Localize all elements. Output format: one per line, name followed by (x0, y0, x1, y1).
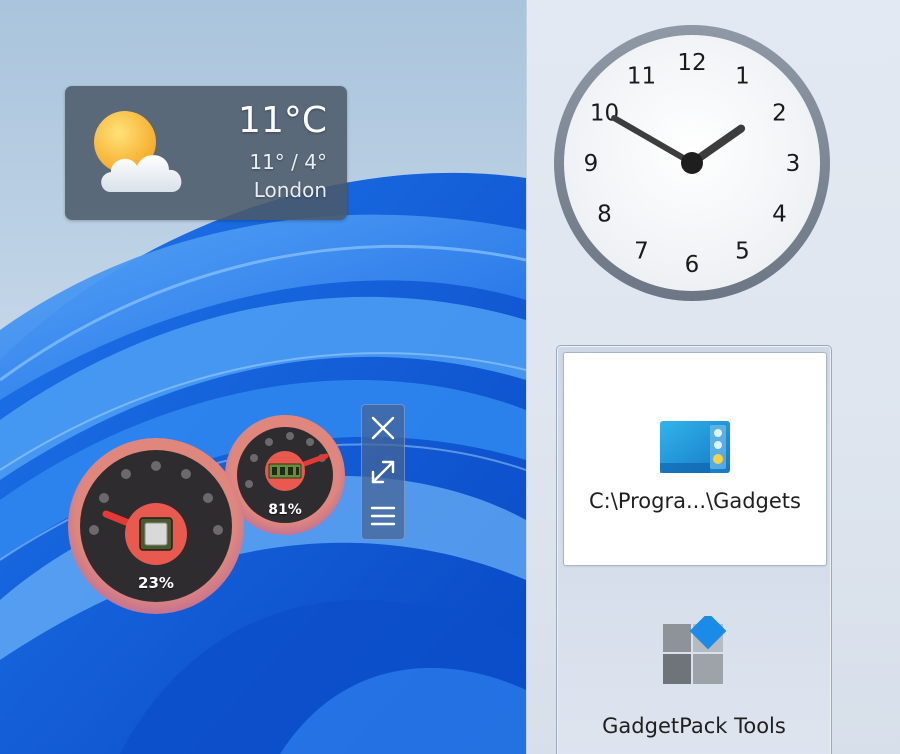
clock-number-6: 6 (685, 252, 700, 278)
ram-usage-label: 81% (268, 502, 302, 518)
memory-module-icon (268, 463, 302, 479)
weather-city: London (253, 178, 327, 202)
clock-number-1: 1 (735, 64, 750, 90)
weather-gadget[interactable]: 11°C 11° / 4° London (65, 86, 347, 220)
resize-icon (371, 460, 395, 484)
close-icon (371, 416, 395, 440)
clock-number-8: 8 (597, 202, 612, 228)
gadget-tile-panel: C:\Progra...\Gadgets GadgetPack Tools (556, 345, 832, 754)
clock-number-10: 10 (590, 101, 619, 127)
weather-high-low: 11° / 4° (249, 150, 327, 174)
clock-number-5: 5 (735, 239, 750, 265)
cpu-ram-meter-gadget[interactable]: 23% 81% (64, 406, 364, 626)
gadgets-folder-label: C:\Progra...\Gadgets (589, 489, 801, 513)
clock-center-pin (681, 152, 703, 174)
clock-number-2: 2 (772, 101, 787, 127)
clock-number-3: 3 (786, 151, 801, 177)
clock-number-4: 4 (772, 202, 787, 228)
clock-number-12: 12 (677, 50, 706, 76)
clock-number-7: 7 (634, 239, 649, 265)
weather-temperature: 11°C (238, 100, 327, 141)
clock-number-11: 11 (627, 64, 656, 90)
gadgetpack-tools-label: GadgetPack Tools (602, 714, 786, 738)
folder-window-icon (660, 421, 730, 473)
close-gadget-button[interactable] (362, 407, 404, 449)
menu-icon (370, 506, 396, 526)
sun-cloud-icon (94, 111, 182, 192)
cpu-usage-label: 23% (138, 574, 174, 592)
clock-gadget[interactable]: 12 12 3 45 6 78 9 10 11 (551, 22, 833, 304)
gadget-control-strip (361, 404, 405, 540)
gadgetpack-logo-icon (663, 616, 727, 684)
gadgetpack-tools-tile[interactable]: GadgetPack Tools (563, 568, 825, 754)
gadget-options-button[interactable] (362, 495, 404, 537)
cpu-chip-icon (139, 517, 173, 551)
gadgets-folder-tile[interactable]: C:\Progra...\Gadgets (563, 352, 827, 566)
desktop: 11°C 11° / 4° London 23% 81% 12 1 2 3 4 … (0, 0, 900, 754)
resize-gadget-button[interactable] (362, 451, 404, 493)
clock-number-9: 9 (584, 151, 599, 177)
